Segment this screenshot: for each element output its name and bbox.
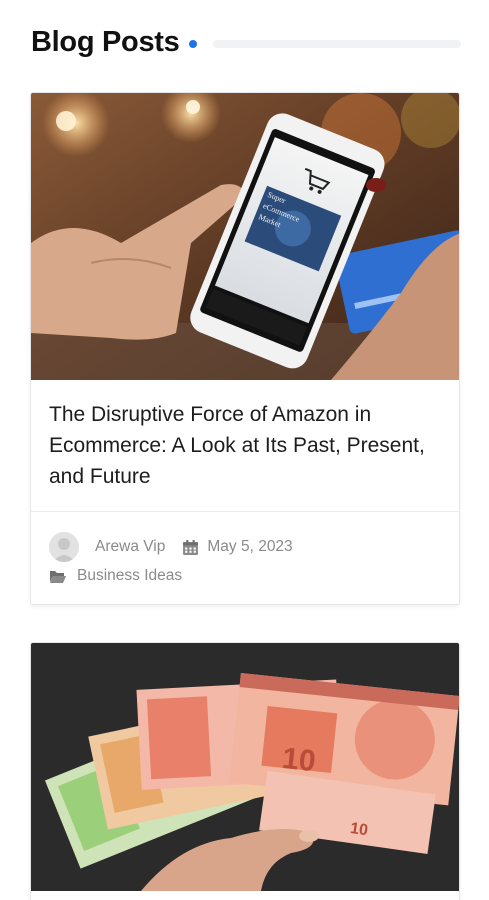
post-thumbnail-link[interactable]: Super eCommerce Market bbox=[31, 93, 459, 380]
post-title-link[interactable]: The Disruptive Force of Amazon in Ecomme… bbox=[31, 380, 459, 511]
calendar-icon bbox=[183, 539, 199, 555]
section-header: Blog Posts bbox=[31, 22, 461, 62]
author-link[interactable]: Arewa Vip bbox=[95, 538, 165, 556]
category-link[interactable]: Business Ideas bbox=[77, 567, 182, 585]
post-thumbnail-link[interactable]: 10 10 bbox=[31, 643, 459, 891]
post-date: May 5, 2023 bbox=[207, 538, 293, 555]
accent-dot bbox=[189, 40, 198, 48]
post-card: 10 10 bbox=[30, 642, 460, 900]
svg-text:10: 10 bbox=[349, 820, 369, 839]
header-divider-line bbox=[213, 40, 461, 48]
folder-open-icon bbox=[50, 570, 66, 583]
post-card: Super eCommerce Market The Disruptive Fo… bbox=[30, 92, 460, 605]
user-avatar-icon[interactable] bbox=[49, 532, 79, 562]
section-title: Blog Posts bbox=[31, 25, 180, 58]
post-thumbnail-image: 10 10 bbox=[31, 643, 459, 891]
post-meta: Arewa Vip May 5, 2023 Business Ideas bbox=[31, 512, 459, 585]
post-thumbnail-image: Super eCommerce Market bbox=[31, 93, 459, 380]
svg-text:10: 10 bbox=[281, 742, 318, 778]
